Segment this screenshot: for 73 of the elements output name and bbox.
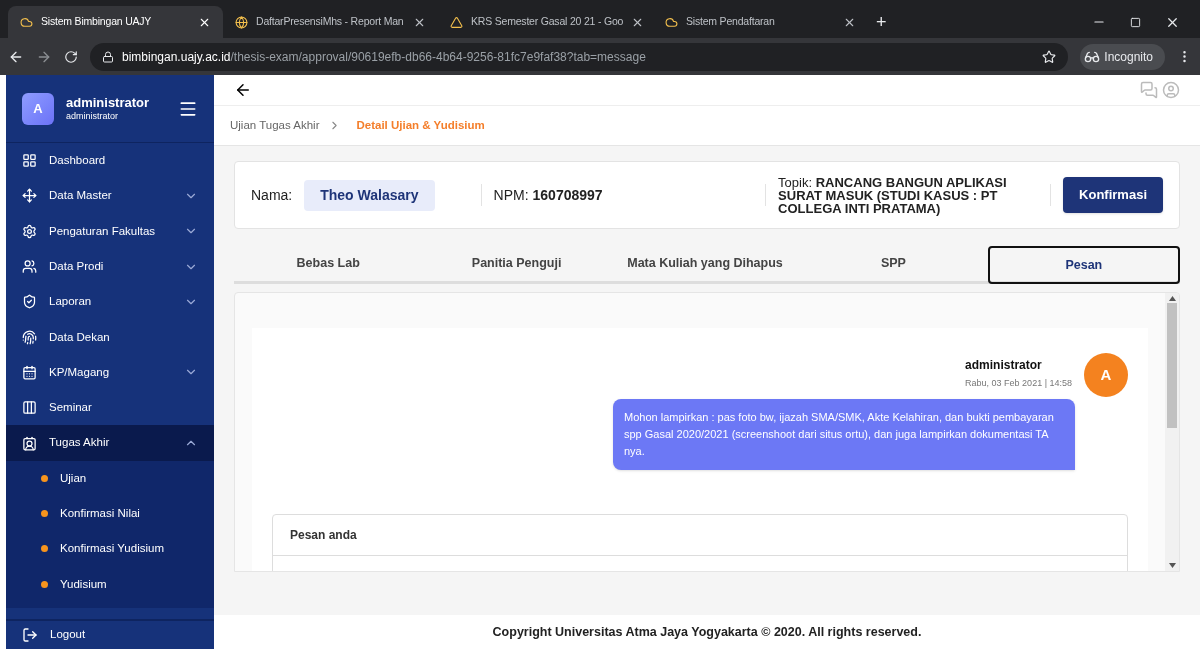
sender-name: administrator (965, 357, 1042, 374)
tab[interactable]: Mata Kuliah yang Dihapus (610, 246, 800, 281)
globe-icon (235, 15, 248, 29)
dashboard-icon (22, 153, 37, 169)
sidebar-item[interactable]: Dashboard (6, 143, 214, 179)
tab[interactable]: Panitia Penguji (422, 246, 611, 281)
user-name: administrator (66, 94, 151, 111)
tab[interactable]: SPP (799, 246, 988, 281)
lock-icon (102, 50, 114, 63)
browser-tab[interactable]: Sistem Pendaftaran (653, 6, 868, 38)
sidebar-item[interactable]: Pengaturan Fakultas (6, 213, 214, 249)
breadcrumb-item: Detail Ujian & Yudisium (356, 117, 485, 133)
reload-icon[interactable] (64, 49, 78, 64)
browser-tab[interactable]: Sistem Bimbingan UAJY (8, 6, 223, 38)
message-time: Rabu, 03 Feb 2021 | 14:58 (965, 377, 1072, 390)
star-icon[interactable] (1042, 49, 1057, 64)
scroll-up-icon[interactable] (1168, 296, 1176, 301)
submenu-item[interactable]: Yudisium (60, 575, 107, 593)
back-icon[interactable] (234, 81, 252, 99)
columns-icon (22, 400, 37, 416)
tab-title: Sistem Bimbingan UAJY (41, 14, 153, 30)
cloud-icon (665, 15, 678, 29)
logout-icon (22, 627, 38, 643)
profile-chip[interactable]: Incognito (1080, 43, 1165, 70)
sidebar-item[interactable]: Tugas Akhir (6, 425, 214, 461)
bullet-icon (41, 510, 48, 518)
tab-title: DaftarPresensiMhs - Report Man (256, 14, 405, 30)
sidebar-item[interactable]: Seminar (6, 390, 214, 426)
triangle-icon (450, 15, 463, 29)
footer-text: Copyright Universitas Atma Jaya Yogyakarta © 2020. All rights reserved. (492, 623, 922, 641)
scrollbar[interactable] (1165, 293, 1179, 571)
cloud-icon (20, 15, 33, 29)
sender-avatar: A (1084, 353, 1128, 397)
url-text: bimbingan.uajy.ac.id/thesis-exam/approval/90619efb-db66-4b64-9256-81fc7e9faf38?tab=message (122, 48, 646, 66)
submenu-item[interactable]: Ujian (60, 469, 87, 487)
tab[interactable]: Pesan (987, 246, 1181, 284)
sidebar-item[interactable]: Laporan (6, 284, 214, 320)
tab[interactable]: Bebas Lab (234, 246, 423, 281)
bullet-icon (41, 580, 48, 588)
name-label: Nama: (251, 185, 293, 205)
tab-title: KRS Semester Gasal 20 21 - Goo (471, 14, 624, 30)
bullet-icon (41, 545, 48, 553)
maximize-icon[interactable] (1130, 16, 1141, 28)
users-icon (22, 259, 37, 275)
breadcrumb-item[interactable]: Ujian Tugas Akhir (230, 116, 320, 135)
scroll-down-icon[interactable] (1168, 563, 1176, 568)
user-avatar: A (22, 92, 54, 125)
message-bubble: Mohon lampirkan : pas foto bw, ijazah SMA/SMK, Akte Kelahiran, dan bukti pembayaran spp Gasal 2020/2021 (screenshoot dari situs ortu), dan juga lampirkan dokumentasi TA nya. (613, 399, 1075, 470)
compose-title: Pesan anda (289, 527, 358, 544)
address-bar[interactable]: bimbingan.uajy.ac.id/thesis-exam/approval/90619efb-db66-4b64-9256-81fc7e9faf38?tab=message (90, 42, 1069, 71)
tab-title: Sistem Pendaftaran (686, 14, 776, 30)
npm-label: NPM: (493, 185, 529, 205)
contact-icon (22, 435, 37, 451)
settings-icon (22, 223, 37, 239)
fingerprint-icon (22, 329, 37, 345)
submenu-item[interactable]: Konfirmasi Yudisium (60, 540, 164, 558)
sidebar-item[interactable]: Data Master (6, 178, 214, 214)
calendar-icon (22, 364, 37, 380)
confirm-button[interactable]: Konfirmasi (1063, 177, 1163, 213)
new-tab-button[interactable]: + (868, 6, 895, 38)
sidebar-item[interactable]: KP/Magang (6, 354, 214, 391)
user-role: administrator (66, 111, 120, 123)
browser-tab[interactable]: DaftarPresensiMhs - Report Man (223, 6, 438, 38)
sidebar-item[interactable]: Data Prodi (6, 248, 214, 285)
name-value: Theo Walasary (304, 179, 435, 211)
arrows-icon (22, 188, 37, 204)
bullet-icon (41, 474, 48, 482)
browser-tab[interactable]: KRS Semester Gasal 20 21 - Goo (438, 6, 653, 38)
sidebar-item[interactable]: Data Dekan (6, 319, 214, 355)
shield-icon (22, 294, 37, 310)
submenu-item[interactable]: Konfirmasi Nilai (60, 505, 140, 523)
topic-text: Topik: RANCANG BANGUN APLIKASI SURAT MASUK (STUDI KASUS : PT COLLEGA INTI PRATAMA) (778, 175, 1008, 215)
npm-value: 160708997 (532, 185, 603, 205)
